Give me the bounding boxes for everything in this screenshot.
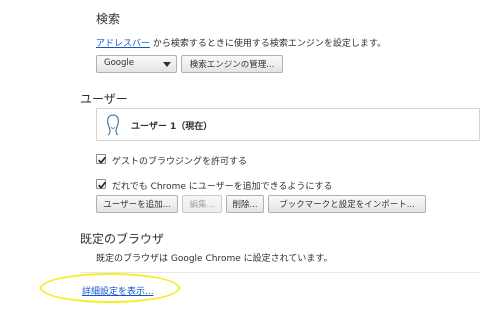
search-description: アドレスバー から検索するときに使用する検索エンジンを設定します。 [96,36,386,49]
settings-page: 検索 アドレスバー から検索するときに使用する検索エンジンを設定します。 Goo… [0,0,480,332]
delete-user-button[interactable]: 削除... [226,195,264,213]
avatar [105,113,121,137]
omnibox-link[interactable]: アドレスバー [96,39,150,49]
section-divider [80,272,480,273]
allow-add-user-checkbox[interactable] [96,179,107,189]
edit-user-button[interactable]: 編集... [182,195,222,213]
guest-browsing-label: ゲストのブラウジングを許可する [112,157,248,167]
add-user-button[interactable]: ユーザーを追加... [96,195,178,213]
default-browser-status: 既定のブラウザは Google Chrome に設定されています。 [96,254,333,264]
guest-browsing-checkbox[interactable] [96,154,107,164]
chevron-down-icon [163,62,171,67]
search-engine-select[interactable]: Google [96,55,177,73]
search-engine-value: Google [104,58,134,68]
current-user-name: ユーザー 1（現在） [131,122,213,132]
user-list: ユーザー 1（現在） [96,108,480,141]
search-description-text: から検索するときに使用する検索エンジンを設定します。 [150,39,386,49]
users-heading: ユーザー [80,92,128,106]
show-advanced-settings-link[interactable]: 詳細設定を表示... [82,284,154,297]
checkmark-icon [98,156,107,164]
search-heading: 検索 [96,12,121,26]
import-bookmarks-button[interactable]: ブックマークと設定をインポート... [268,195,426,213]
checkmark-icon [98,181,107,189]
default-browser-heading: 既定のブラウザ [80,232,165,246]
allow-add-user-label: だれでも Chrome にユーザーを追加できるようにする [112,182,333,192]
manage-search-engines-button[interactable]: 検索エンジンの管理... [181,55,283,73]
